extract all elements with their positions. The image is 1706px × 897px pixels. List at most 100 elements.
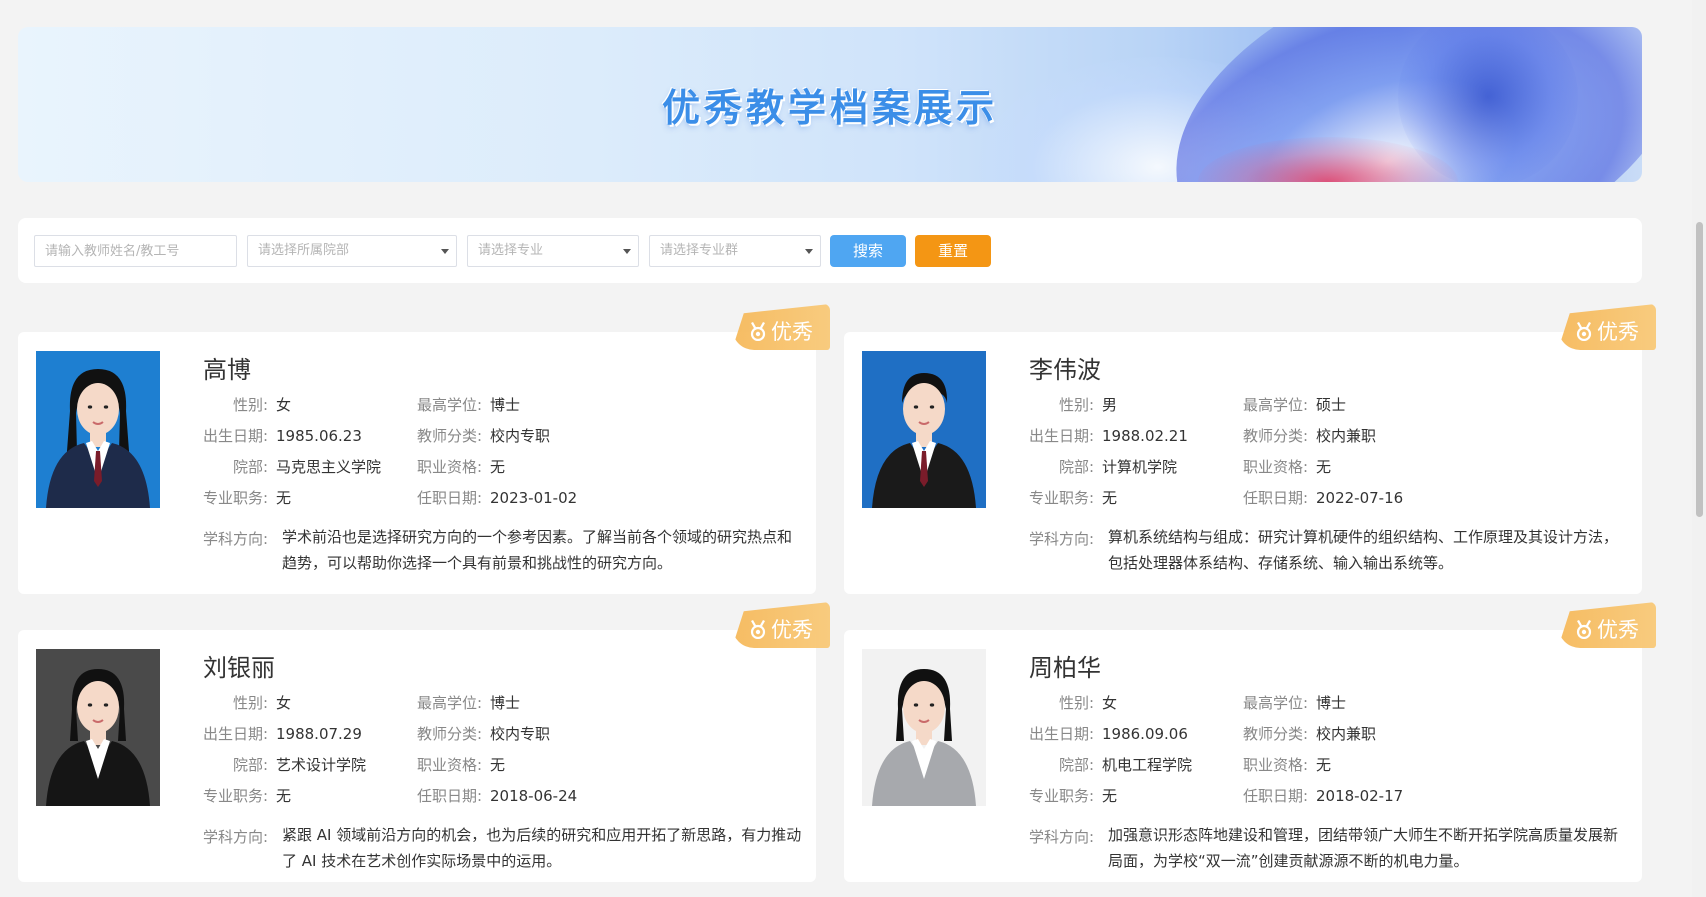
badge-label: 优秀 [1597,320,1639,344]
department-label: 院部: [232,756,268,774]
birth-field: 出生日期: 1986.09.06 [1010,723,1188,744]
direction-value: 加强意识形态阵地建设和管理，团结带领广大师生不断开拓学院高质量发展新局面，为学校… [1108,826,1619,870]
department-field: 院部: 马克思主义学院 [184,456,381,477]
hire-date-field: 任职日期: 2018-02-17 [1224,785,1403,806]
direction-label: 学科方向: [202,828,268,846]
chevron-down-icon [805,249,813,254]
category-value: 校内专职 [490,427,551,445]
hire-date-label: 任职日期: [416,489,482,507]
birth-value: 1988.02.21 [1102,427,1188,445]
category-label: 教师分类: [1242,725,1308,743]
teacher-photo-svg [862,351,986,508]
gender-value: 女 [276,396,292,414]
birth-value: 1986.09.06 [1102,725,1188,743]
degree-label: 最高学位: [416,694,482,712]
excellent-badge: 优秀 [1558,602,1656,648]
badge-label: 优秀 [771,618,813,642]
major-select[interactable]: 请选择专业 [467,235,639,267]
major-select-placeholder: 请选择专业 [478,243,544,258]
gender-label: 性别: [232,396,268,414]
page-title: 优秀教学档案展示 [661,86,998,130]
badge-label: 优秀 [1597,618,1639,642]
teacher-card[interactable]: 优秀 李伟波 性别: 男 最高学位: 硕士 出生日期: 1988.02.21 教师分类… [844,304,1656,594]
department-value: 机电工程学院 [1102,756,1193,774]
category-value: 校内兼职 [1316,427,1377,445]
department-value: 计算机学院 [1102,458,1178,476]
qualification-field: 职业资格: 无 [398,456,505,477]
hire-date-value: 2018-02-17 [1316,787,1404,805]
excellent-badge: 优秀 [732,602,830,648]
degree-label: 最高学位: [416,396,482,414]
gender-value: 男 [1102,396,1118,414]
direction-field: 学科方向: 加强意识形态阵地建设和管理，团结带领广大师生不断开拓学院高质量发展新… [1010,826,1630,874]
major-group-select-placeholder: 请选择专业群 [660,243,739,258]
category-field: 教师分类: 校内兼职 [1224,723,1376,744]
department-label: 院部: [232,458,268,476]
title-field: 专业职务: 无 [1010,487,1117,508]
teacher-card[interactable]: 优秀 周柏华 性别: 女 最高学位: 博士 出生日期: 1986.09.06 教师分类… [844,602,1656,882]
birth-label: 出生日期: [1028,725,1094,743]
badge-content: 优秀 [1574,316,1639,346]
title-value: 无 [276,787,292,805]
medal-icon [1576,620,1592,639]
qualification-label: 职业资格: [416,756,482,774]
category-label: 教师分类: [416,427,482,445]
teacher-photo-svg [36,649,160,806]
teacher-name: 刘银丽 [203,654,275,682]
birth-value: 1988.07.29 [276,725,362,743]
birth-label: 出生日期: [202,427,268,445]
category-field: 教师分类: 校内专职 [398,425,550,446]
teacher-photo [862,351,986,508]
gender-field: 性别: 女 [184,692,291,713]
degree-value: 博士 [490,694,521,712]
qualification-label: 职业资格: [1242,756,1308,774]
title-field: 专业职务: 无 [1010,785,1117,806]
teacher-name: 李伟波 [1029,356,1101,384]
hire-date-value: 2018-06-24 [490,787,578,805]
direction-field: 学科方向: 紧跟 AI 领域前沿方向的机会，也为后续的研究和应用开拓了新思路，有… [184,826,804,874]
degree-label: 最高学位: [1242,396,1308,414]
teacher-photo [36,649,160,806]
teacher-photo-svg [36,351,160,508]
teacher-card[interactable]: 优秀 刘银丽 性别: 女 最高学位: 博士 出生日期: 1988.07.29 教师分类… [18,602,830,882]
department-value: 艺术设计学院 [276,756,367,774]
qualification-label: 职业资格: [416,458,482,476]
scrollbar-track[interactable] [1692,0,1706,897]
qualification-label: 职业资格: [1242,458,1308,476]
qualification-field: 职业资格: 无 [398,754,505,775]
category-value: 校内兼职 [1316,725,1377,743]
medal-icon [750,620,766,639]
teacher-card[interactable]: 优秀 高博 性别: 女 最高学位: 博士 出生日期: 1985.06.23 教师分类:… [18,304,830,594]
badge-content: 优秀 [748,316,813,346]
medal-icon [1576,322,1592,341]
medal-icon [750,322,766,341]
title-label: 专业职务: [202,489,268,507]
gender-label: 性别: [1058,694,1094,712]
gender-label: 性别: [232,694,268,712]
department-field: 院部: 机电工程学院 [1010,754,1192,775]
chevron-down-icon [623,249,631,254]
major-group-select[interactable]: 请选择专业群 [649,235,821,267]
filter-bar: 请选择所属院部 请选择专业 请选择专业群 搜索 重置 [18,218,1642,283]
department-select[interactable]: 请选择所属院部 [247,235,457,267]
department-label: 院部: [1058,756,1094,774]
direction-value: 算机系统结构与组成：研究计算机硬件的组织结构、工作原理及其设计方法，包括处理器体… [1108,528,1619,572]
title-label: 专业职务: [1028,787,1094,805]
hire-date-label: 任职日期: [416,787,482,805]
degree-label: 最高学位: [1242,694,1308,712]
scrollbar-thumb[interactable] [1696,222,1703,517]
direction-value: 紧跟 AI 领域前沿方向的机会，也为后续的研究和应用开拓了新思路，有力推动了 A… [282,826,802,870]
teacher-search-input[interactable] [34,235,237,267]
hire-date-label: 任职日期: [1242,787,1308,805]
direction-field: 学科方向: 学术前沿也是选择研究方向的一个参考因素。了解当前各个领域的研究热点和… [184,528,804,576]
degree-field: 最高学位: 博士 [398,692,520,713]
title-label: 专业职务: [202,787,268,805]
teacher-name: 周柏华 [1029,654,1101,682]
birth-label: 出生日期: [202,725,268,743]
teacher-photo-svg [862,649,986,806]
reset-button[interactable]: 重置 [915,235,991,267]
gender-value: 女 [1102,694,1118,712]
search-button[interactable]: 搜索 [830,235,906,267]
gender-label: 性别: [1058,396,1094,414]
gender-field: 性别: 女 [1010,692,1117,713]
